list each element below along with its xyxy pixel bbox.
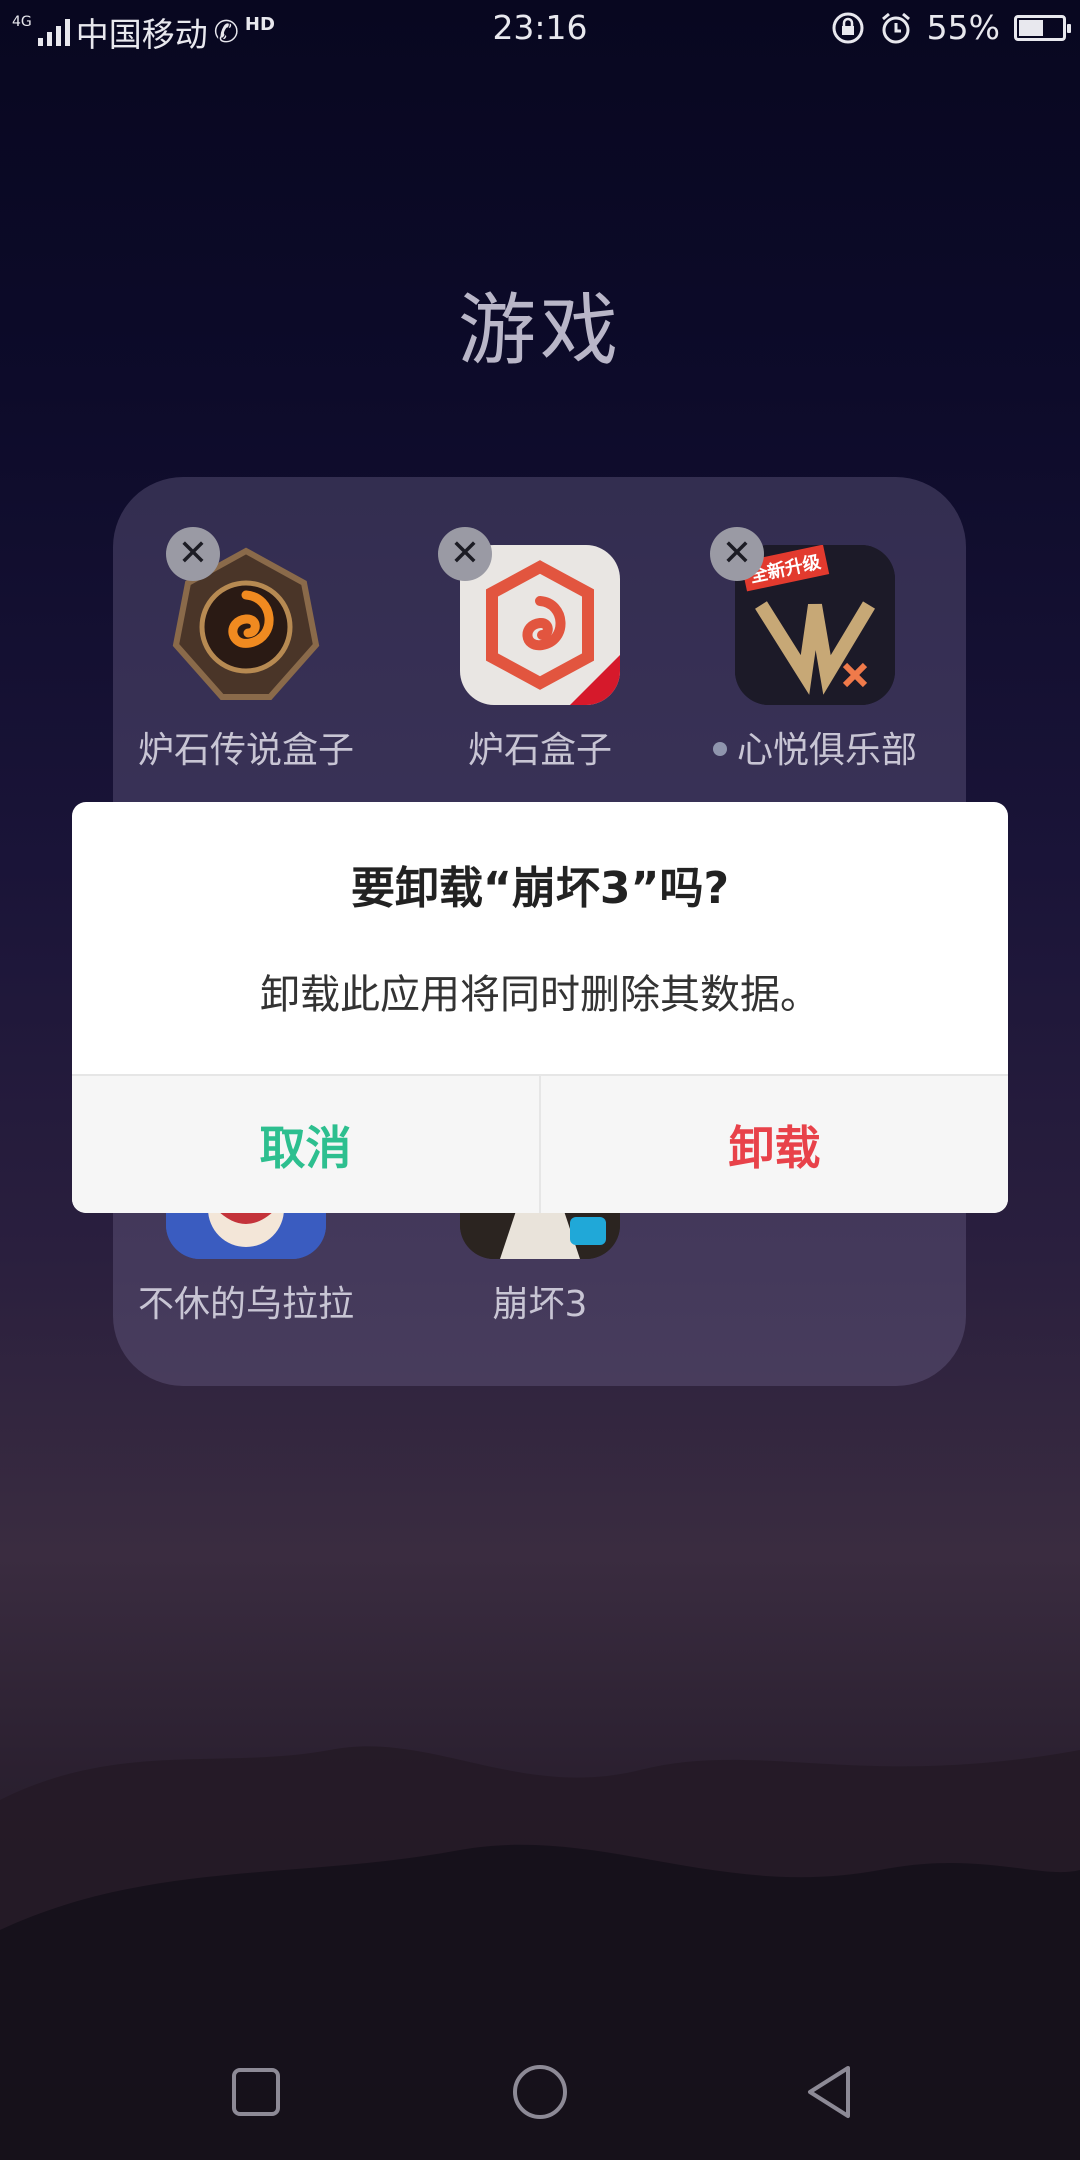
battery-percent: 55% bbox=[926, 8, 1000, 47]
new-app-dot bbox=[712, 742, 727, 756]
remove-app-button[interactable]: ✕ bbox=[438, 527, 492, 581]
status-bar: 4G 中国移动 ✆ HD 23:16 55% bbox=[0, 0, 1080, 56]
dialog-message: 卸载此应用将同时删除其数据。 bbox=[260, 972, 820, 1018]
remove-app-button[interactable]: ✕ bbox=[166, 527, 220, 581]
cancel-button[interactable]: 取消 bbox=[72, 1076, 541, 1213]
rotation-lock-icon bbox=[832, 12, 864, 43]
app-label: 炉石传说盒子 bbox=[137, 730, 354, 771]
app-xinyue-club[interactable]: 全新升级 心悦俱乐部 bbox=[685, 545, 945, 773]
battery-icon bbox=[1014, 14, 1071, 41]
home-icon[interactable] bbox=[508, 2060, 572, 2124]
app-hearthstone-netease[interactable]: 炉石盒子 bbox=[410, 545, 670, 773]
navigation-bar bbox=[0, 2020, 1080, 2160]
back-icon[interactable] bbox=[798, 2060, 862, 2124]
uninstall-dialog: 要卸载“崩坏3”吗? 卸载此应用将同时删除其数据。 取消 卸载 bbox=[72, 802, 1008, 1213]
recents-icon[interactable] bbox=[224, 2060, 288, 2124]
alarm-icon bbox=[881, 12, 910, 43]
remove-app-button[interactable]: ✕ bbox=[710, 527, 764, 581]
dialog-title: 要卸载“崩坏3”吗? bbox=[351, 863, 729, 914]
app-hearthstone-box[interactable]: 炉石传说盒子 bbox=[116, 545, 376, 773]
app-label: 不休的乌拉拉 bbox=[137, 1284, 354, 1325]
folder-title[interactable]: 游戏 bbox=[0, 268, 1080, 380]
app-label: 炉石盒子 bbox=[467, 730, 612, 771]
app-label: 崩坏3 bbox=[492, 1284, 588, 1325]
battery-level bbox=[1019, 19, 1044, 36]
uninstall-button[interactable]: 卸载 bbox=[541, 1076, 1008, 1213]
app-label: 心悦俱乐部 bbox=[685, 721, 945, 773]
dialog-button-row: 取消 卸载 bbox=[72, 1074, 1008, 1213]
